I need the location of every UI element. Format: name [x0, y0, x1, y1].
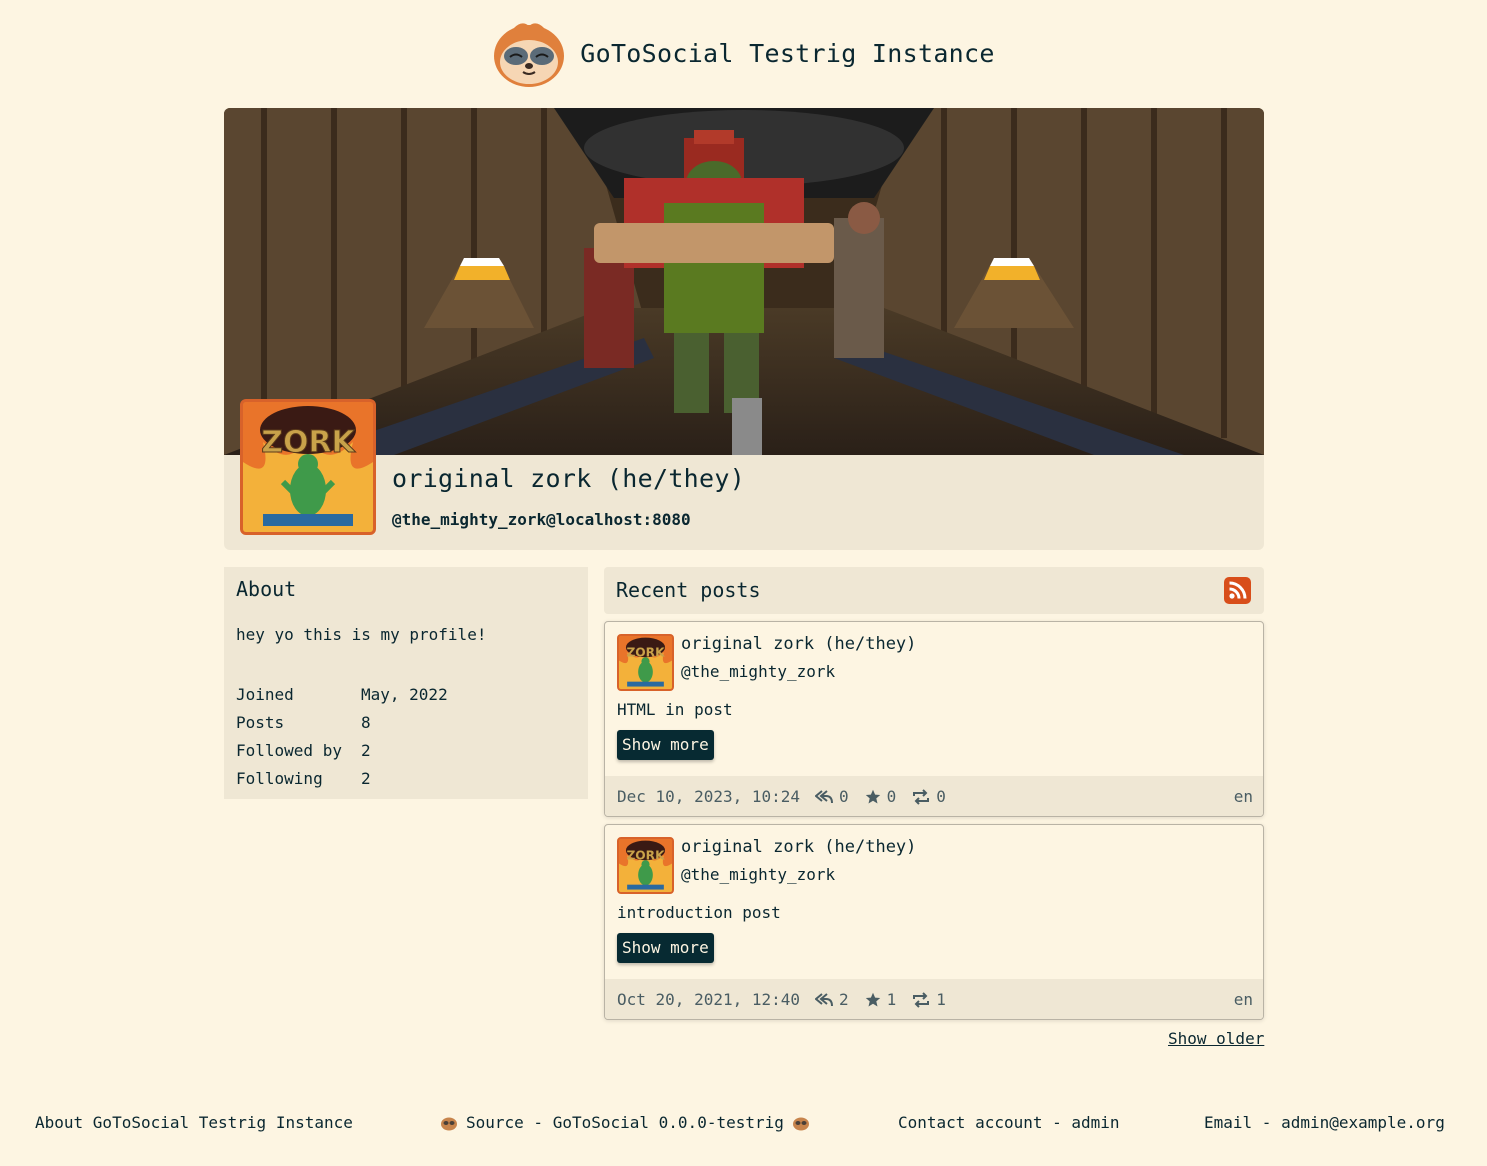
boosts-value: 0	[936, 787, 946, 806]
replies-count: 2	[815, 990, 849, 1009]
footer-email-link[interactable]: Email - admin@example.org	[1204, 1113, 1445, 1132]
stat-label: Posts	[236, 712, 285, 732]
footer-source-text: Source - GoToSocial 0.0.0-testrig	[466, 1113, 784, 1132]
favourites-value: 0	[886, 787, 897, 806]
post-author-avatar[interactable]: ZORK	[617, 837, 674, 894]
reply-all-icon	[815, 789, 833, 803]
stat-following: Following 2	[236, 764, 448, 792]
sloth-icon	[792, 1117, 809, 1130]
replies-value: 2	[839, 990, 849, 1009]
stat-posts: Posts 8	[236, 708, 448, 736]
profile-avatar[interactable]: ZORK	[240, 399, 376, 535]
post-date-link[interactable]: Oct 20, 2021, 12:40	[617, 990, 800, 1009]
favourites-count: 0	[865, 787, 897, 806]
stat-value: 8	[361, 712, 371, 732]
post-author-name[interactable]: original zork (he/they)	[681, 837, 916, 857]
post-date-link[interactable]: Dec 10, 2023, 10:24	[617, 787, 800, 806]
stat-joined: Joined May, 2022	[236, 680, 448, 708]
post-card: ZORK original zork (he/they) @the_mighty…	[604, 621, 1264, 817]
post-card: ZORK original zork (he/they) @the_mighty…	[604, 824, 1264, 1020]
profile-bio: hey yo this is my profile!	[236, 625, 487, 644]
boosts-value: 1	[936, 990, 946, 1009]
profile-header-image	[224, 108, 1264, 455]
post-footer: Dec 10, 2023, 10:24 0 0 0 en	[605, 776, 1263, 816]
stat-value: May, 2022	[361, 684, 448, 704]
zork-avatar-image: ZORK	[619, 839, 672, 892]
post-author-handle[interactable]: @the_mighty_zork	[681, 865, 835, 884]
post-language: en	[1233, 787, 1253, 806]
replies-value: 0	[839, 787, 849, 806]
about-title: About	[236, 577, 297, 601]
boost-icon	[913, 788, 930, 805]
show-older-link[interactable]: Show older	[1168, 1029, 1264, 1048]
show-more-button[interactable]: Show more	[617, 730, 714, 760]
stat-label: Followed by	[236, 740, 342, 760]
post-author-handle[interactable]: @the_mighty_zork	[681, 662, 835, 681]
stat-followed-by: Followed by 2	[236, 736, 448, 764]
footer-about-link[interactable]: About GoToSocial Testrig Instance	[35, 1113, 353, 1132]
stat-label: Following	[236, 768, 323, 788]
boosts-count: 1	[912, 990, 946, 1009]
favourites-value: 1	[886, 990, 897, 1009]
recent-posts-title: Recent posts	[616, 578, 761, 602]
favourites-count: 1	[865, 990, 897, 1009]
boosts-count: 0	[912, 787, 946, 806]
recent-posts-header: Recent posts	[604, 567, 1264, 614]
stat-value: 2	[361, 740, 371, 760]
site-header: GoToSocial Testrig Instance	[0, 18, 1487, 88]
zork-avatar-image: ZORK	[619, 636, 672, 689]
replies-count: 0	[815, 787, 849, 806]
site-title[interactable]: GoToSocial Testrig Instance	[580, 39, 994, 68]
post-stats: 2 1 1	[815, 990, 946, 1009]
profile-display-name: original zork (he/they)	[392, 464, 746, 493]
footer-contact-link[interactable]: Contact account - admin	[898, 1113, 1120, 1132]
rss-icon	[1229, 581, 1247, 599]
zork-avatar-image: ZORK	[243, 402, 373, 532]
profile-account-handle: @the_mighty_zork@localhost:8080	[392, 510, 691, 529]
boost-icon	[913, 991, 930, 1008]
about-panel: About hey yo this is my profile! Joined …	[224, 567, 588, 799]
profile-page: GoToSocial Testrig Instance ZORK origina…	[0, 0, 1487, 1166]
post-content-warning: introduction post	[617, 903, 781, 922]
profile-stats: Joined May, 2022 Posts 8 Followed by 2 F…	[236, 680, 448, 792]
reply-all-icon	[815, 992, 833, 1006]
star-icon	[865, 992, 880, 1006]
star-icon	[865, 789, 880, 803]
sloth-icon	[441, 1117, 457, 1130]
footer-source-link[interactable]: Source - GoToSocial 0.0.0-testrig	[440, 1113, 810, 1132]
stat-value: 2	[361, 768, 371, 788]
site-footer: About GoToSocial Testrig Instance Source…	[0, 1113, 1487, 1139]
show-more-button[interactable]: Show more	[617, 933, 714, 963]
post-language: en	[1233, 990, 1253, 1009]
post-footer: Oct 20, 2021, 12:40 2 1 1 en	[605, 979, 1263, 1019]
post-content-warning: HTML in post	[617, 700, 733, 719]
sloth-logo-icon[interactable]	[492, 18, 566, 88]
stat-label: Joined	[236, 684, 294, 704]
profile-card: ZORK original zork (he/they) @the_mighty…	[224, 108, 1264, 550]
rss-feed-button[interactable]	[1224, 577, 1251, 604]
post-author-name[interactable]: original zork (he/they)	[681, 634, 916, 654]
post-author-avatar[interactable]: ZORK	[617, 634, 674, 691]
post-stats: 0 0 0	[815, 787, 946, 806]
